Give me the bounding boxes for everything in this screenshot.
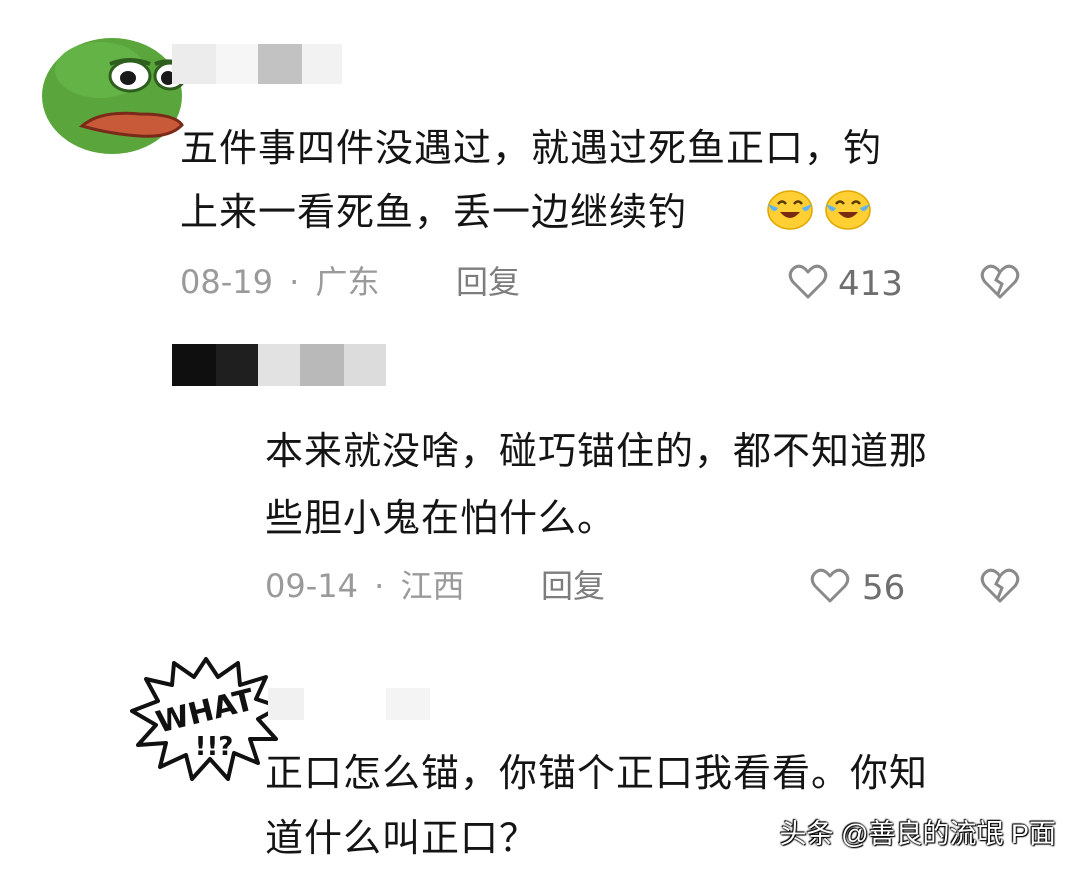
comment-text-line: 五件事四件没遇过，就遇过死鱼正口，钓	[180, 126, 883, 170]
watermark: 头条 @善良的流氓 P面	[779, 819, 1056, 849]
meta-separator: ·	[374, 567, 385, 605]
broken-heart-icon[interactable]	[980, 568, 1020, 604]
what-sticker-avatar[interactable]: WHAT !!?	[130, 655, 282, 783]
comment-text-line: 正口怎么锚，你锚个正口我看看。你知	[265, 751, 929, 795]
laugh-cry-emoji-icon	[825, 190, 871, 230]
laugh-cry-emoji-icon	[767, 190, 813, 230]
heart-icon[interactable]	[788, 264, 828, 300]
heart-icon[interactable]	[810, 568, 850, 604]
pepe-avatar[interactable]	[40, 30, 188, 156]
comment-text-line: 道什么叫正口？	[265, 816, 539, 860]
comment-text-line: 上来一看死鱼，丢一边继续钓	[180, 190, 688, 234]
comment-text-line: 些胆小鬼在怕什么。	[265, 496, 617, 540]
reply-button[interactable]: 回复	[456, 264, 520, 300]
sticker-line: !!?	[195, 732, 234, 762]
reply-button[interactable]: 回复	[541, 568, 605, 604]
comment-region: 江西	[400, 567, 465, 605]
like-count: 56	[862, 568, 906, 608]
comment-region: 广东	[315, 263, 380, 301]
meta-separator: ·	[289, 263, 300, 301]
comment-meta: 08-19 · 广东	[180, 264, 380, 300]
like-count: 413	[838, 264, 903, 304]
comment-text-line: 本来就没啥，碰巧锚住的，都不知道那	[265, 429, 929, 473]
comment-date: 09-14	[265, 567, 358, 605]
broken-heart-icon[interactable]	[980, 264, 1020, 300]
comment-date: 08-19	[180, 263, 273, 301]
comment-meta: 09-14 · 江西	[265, 568, 465, 604]
